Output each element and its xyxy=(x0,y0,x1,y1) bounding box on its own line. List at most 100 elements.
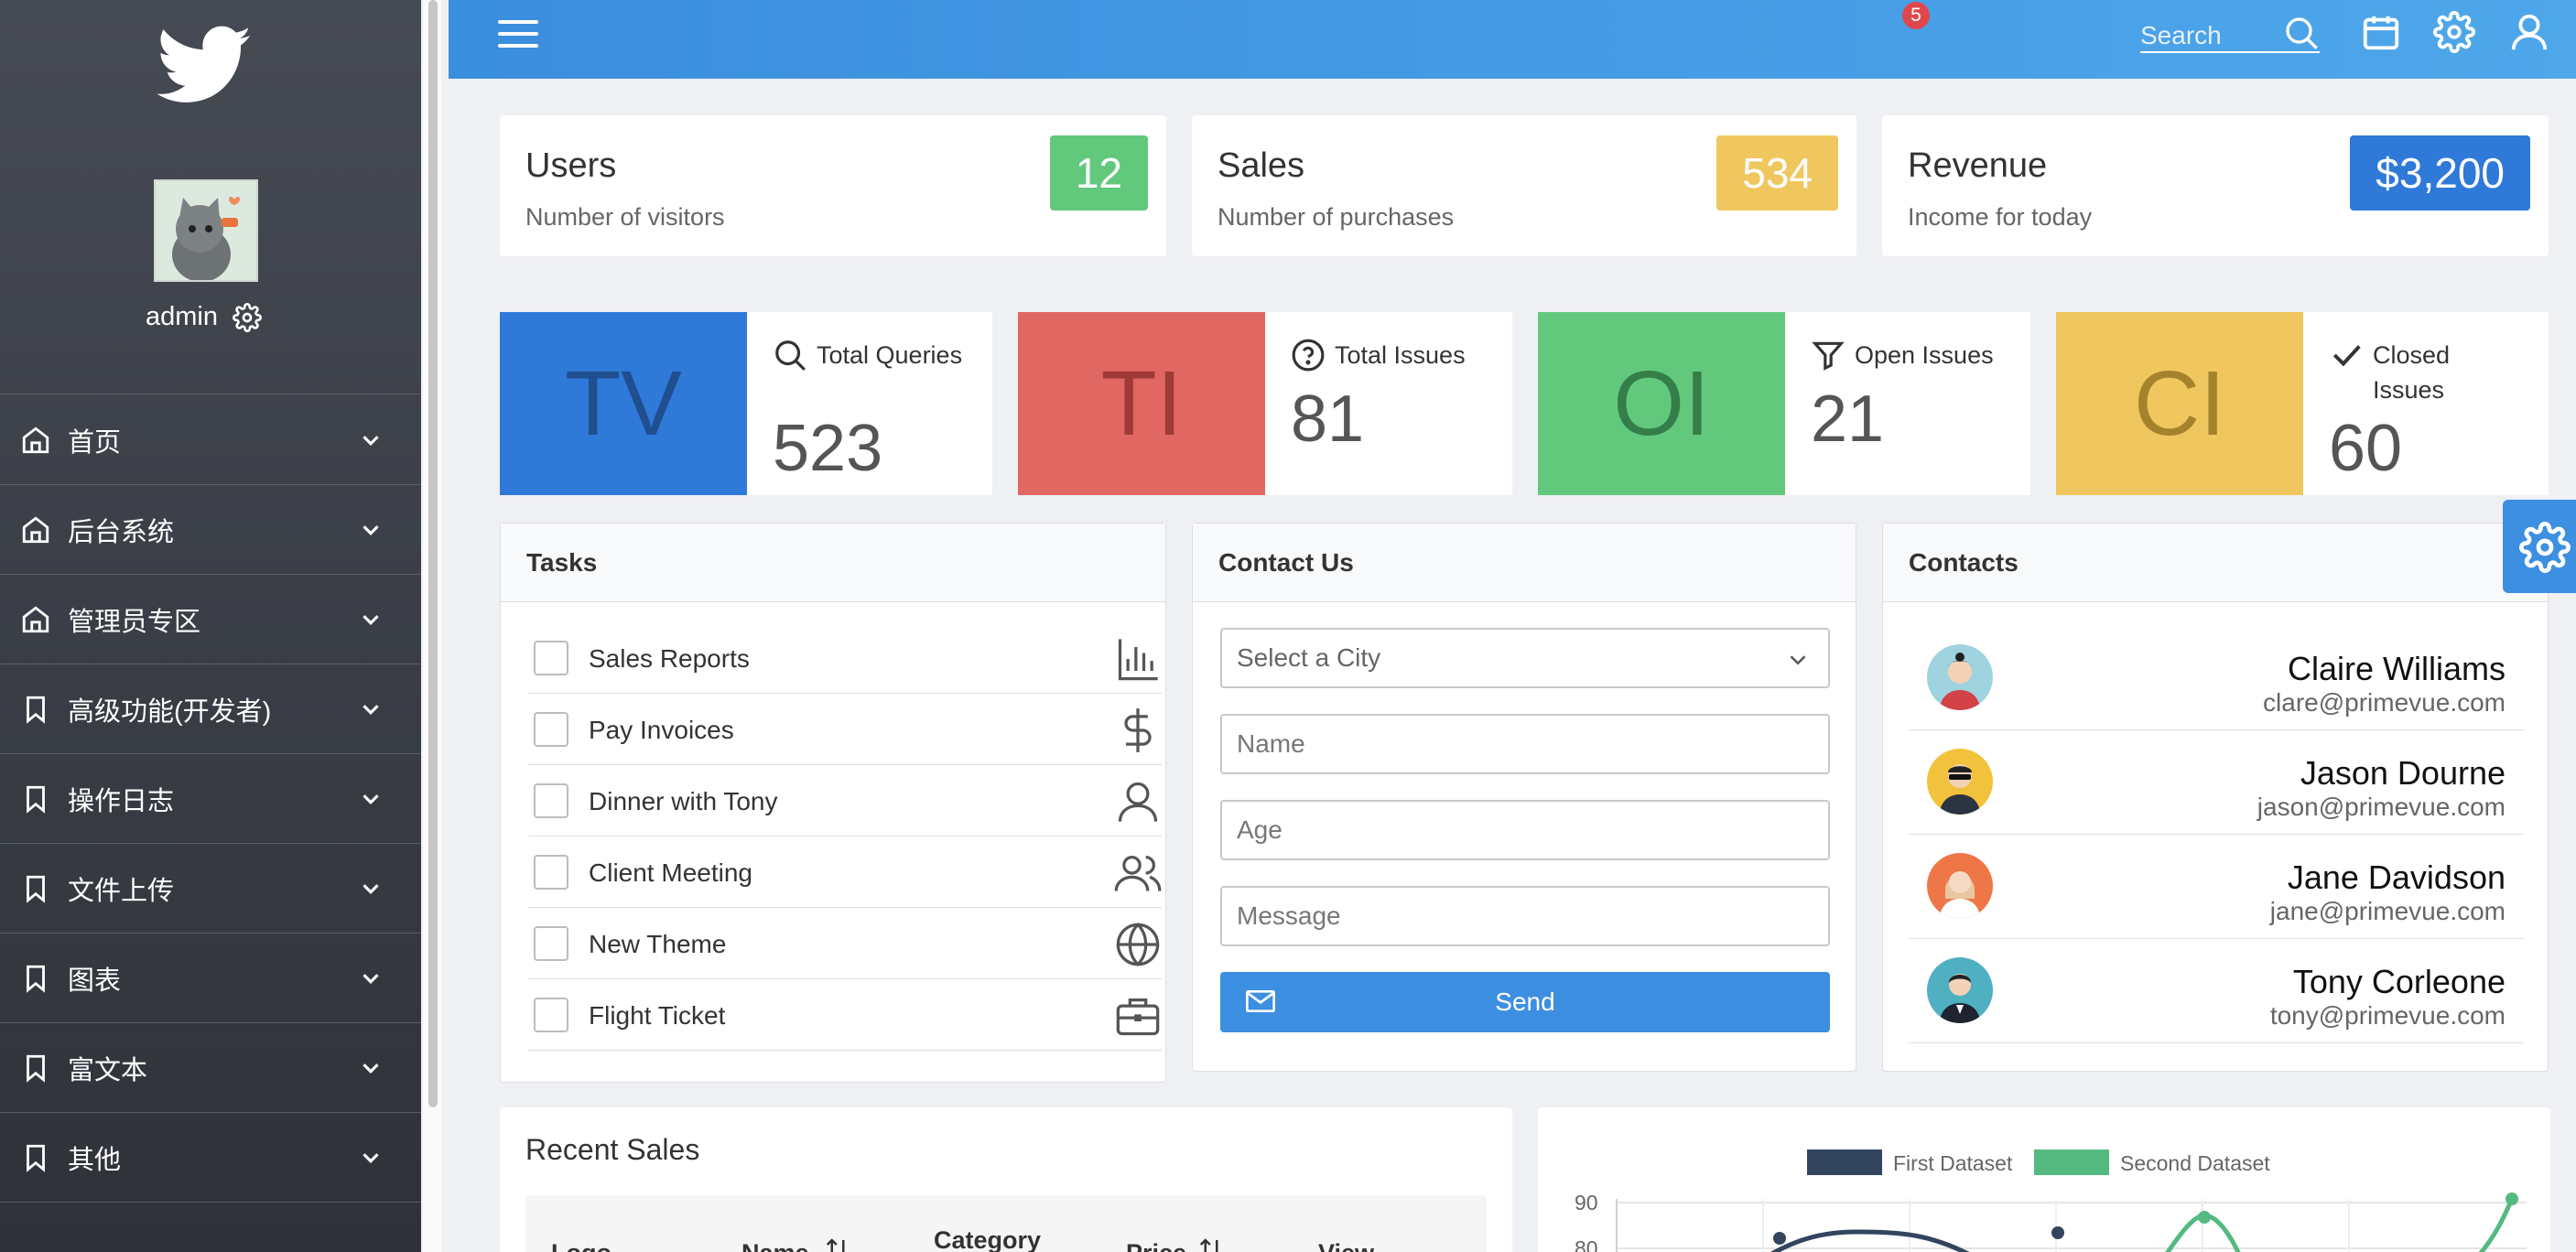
task-label: Sales Reports xyxy=(589,644,750,673)
contact-email: jason@primevue.com xyxy=(2257,793,2506,821)
series-line-second xyxy=(2478,1198,2515,1252)
stat-count-badge: 12 xyxy=(1049,135,1148,210)
task-checkbox[interactable] xyxy=(534,712,568,747)
bookmark-icon xyxy=(20,873,51,904)
gear-icon[interactable] xyxy=(233,302,262,332)
contact-us-panel: Contact Us Select a City Send xyxy=(1192,523,1856,1072)
bookmark-icon xyxy=(20,963,51,994)
y-tick-label: 80 xyxy=(1575,1236,1598,1252)
sort-icon[interactable] xyxy=(1197,1236,1225,1252)
task-item: New Theme xyxy=(528,908,1162,979)
search-icon[interactable] xyxy=(2283,15,2320,51)
stat-title: Sales xyxy=(1218,146,1305,185)
kpi-card-closed-issues: CI Closed Issues 60 xyxy=(2056,312,2549,495)
kpi-label-row: Total Issues xyxy=(1291,338,1510,372)
search-input[interactable] xyxy=(2140,15,2278,51)
city-select-value: Select a City xyxy=(1237,643,1381,672)
avatar[interactable] xyxy=(154,179,258,282)
sort-icon[interactable] xyxy=(824,1236,851,1252)
sidebar-item-logs[interactable]: 操作日志 xyxy=(0,754,421,844)
menu-toggle-icon[interactable] xyxy=(498,20,538,51)
kpi-abbr: CI xyxy=(2056,312,2303,495)
legend-swatch-first xyxy=(1807,1149,1882,1175)
user-icon[interactable] xyxy=(2508,11,2550,53)
task-checkbox[interactable] xyxy=(534,855,568,890)
stat-card-sales: Sales Number of purchases 534 xyxy=(1192,115,1856,256)
stat-count-badge: $3,200 xyxy=(2350,135,2530,210)
stat-card-revenue: Revenue Income for today $3,200 xyxy=(1882,115,2549,256)
column-header-view: View xyxy=(1318,1239,1374,1252)
contact-row[interactable]: Jane Davidson jane@primevue.com xyxy=(1909,835,2524,939)
calendar-icon[interactable] xyxy=(2360,11,2402,53)
data-point-first xyxy=(1773,1232,1786,1245)
stat-subtitle: Income for today xyxy=(1908,203,2093,231)
sidebar-item-richtext[interactable]: 富文本 xyxy=(0,1023,421,1113)
contact-email: clare@primevue.com xyxy=(2263,688,2506,717)
bar-chart-icon xyxy=(1118,639,1158,681)
search-icon xyxy=(775,340,806,371)
task-checkbox[interactable] xyxy=(534,641,568,675)
task-checkbox[interactable] xyxy=(534,926,568,961)
send-button[interactable]: Send xyxy=(1220,972,1830,1032)
sidebar-item-advanced[interactable]: 高级功能(开发者) xyxy=(0,664,421,754)
contact-avatar xyxy=(1927,853,1993,919)
check-icon xyxy=(2332,345,2361,367)
data-point-second xyxy=(2506,1193,2518,1205)
contact-row[interactable]: Tony Corleone tony@primevue.com xyxy=(1909,939,2524,1043)
stat-card-users: Users Number of visitors 12 xyxy=(500,115,1166,256)
message-field[interactable] xyxy=(1220,886,1830,946)
chevron-down-icon xyxy=(363,1063,379,1074)
users-icon xyxy=(1114,856,1162,891)
chevron-down-icon xyxy=(1790,655,1806,665)
city-select[interactable]: Select a City xyxy=(1220,628,1830,688)
sidebar-item-other[interactable]: 其他 xyxy=(0,1113,421,1203)
sidebar-item-home[interactable]: 首页 xyxy=(0,395,421,485)
column-header-name[interactable]: Name xyxy=(741,1239,809,1252)
kpi-label: Total Issues xyxy=(1335,341,1466,369)
kpi-label-row: Open Issues xyxy=(1811,338,2030,372)
column-header-logo: Logo xyxy=(551,1239,612,1252)
panel-title: Contacts xyxy=(1883,523,2548,602)
task-label: Dinner with Tony xyxy=(589,787,778,815)
chevron-down-icon xyxy=(363,884,379,894)
task-checkbox[interactable] xyxy=(534,783,568,818)
contact-row[interactable]: Jason Dourne jason@primevue.com xyxy=(1909,730,2524,835)
name-field[interactable] xyxy=(1220,714,1830,774)
age-field[interactable] xyxy=(1220,800,1830,860)
scrollbar-thumb[interactable] xyxy=(428,0,438,1107)
sidebar-item-admin[interactable]: 管理员专区 xyxy=(0,575,421,664)
column-header-category: Category xyxy=(934,1226,1042,1252)
task-item: Flight Ticket xyxy=(528,979,1162,1051)
kpi-value: 81 xyxy=(1291,383,1365,456)
kpi-label: Open Issues xyxy=(1855,341,1994,369)
bookmark-icon xyxy=(20,783,51,815)
task-checkbox[interactable] xyxy=(534,998,568,1032)
column-header-price[interactable]: Price xyxy=(1126,1239,1186,1252)
task-item: Client Meeting xyxy=(528,836,1162,908)
home-icon xyxy=(20,514,51,545)
home-icon xyxy=(20,604,51,635)
sidebar-item-charts[interactable]: 图表 xyxy=(0,934,421,1023)
sidebar-scrollbar[interactable] xyxy=(423,0,441,1252)
sidebar-item-upload[interactable]: 文件上传 xyxy=(0,844,421,934)
task-item: Pay Invoices xyxy=(528,694,1162,765)
stat-title: Users xyxy=(525,146,617,185)
chevron-down-icon xyxy=(363,705,379,715)
tasks-panel: Tasks Sales Reports Pay Invoices Dinner … xyxy=(500,523,1166,1083)
stat-title: Revenue xyxy=(1908,146,2048,185)
theme-settings-button[interactable] xyxy=(2503,500,2576,593)
stat-subtitle: Number of purchases xyxy=(1218,203,1455,231)
contact-row[interactable]: Claire Williams clare@primevue.com xyxy=(1909,626,2524,730)
kpi-abbr: OI xyxy=(1538,312,1785,495)
gear-icon[interactable] xyxy=(2433,11,2475,53)
twitter-bird-logo xyxy=(157,26,252,103)
kpi-label-row: Closed Issues xyxy=(2329,338,2512,407)
kpi-value: 523 xyxy=(773,412,883,485)
sidebar-item-backend[interactable]: 后台系统 xyxy=(0,485,421,575)
sidebar-item-label: 其他 xyxy=(68,1145,122,1175)
task-label: Flight Ticket xyxy=(589,1001,726,1030)
task-label: Pay Invoices xyxy=(589,716,734,744)
user-info: admin xyxy=(0,302,407,332)
kpi-value: 21 xyxy=(1811,383,1885,456)
envelope-icon xyxy=(1246,990,1275,1012)
